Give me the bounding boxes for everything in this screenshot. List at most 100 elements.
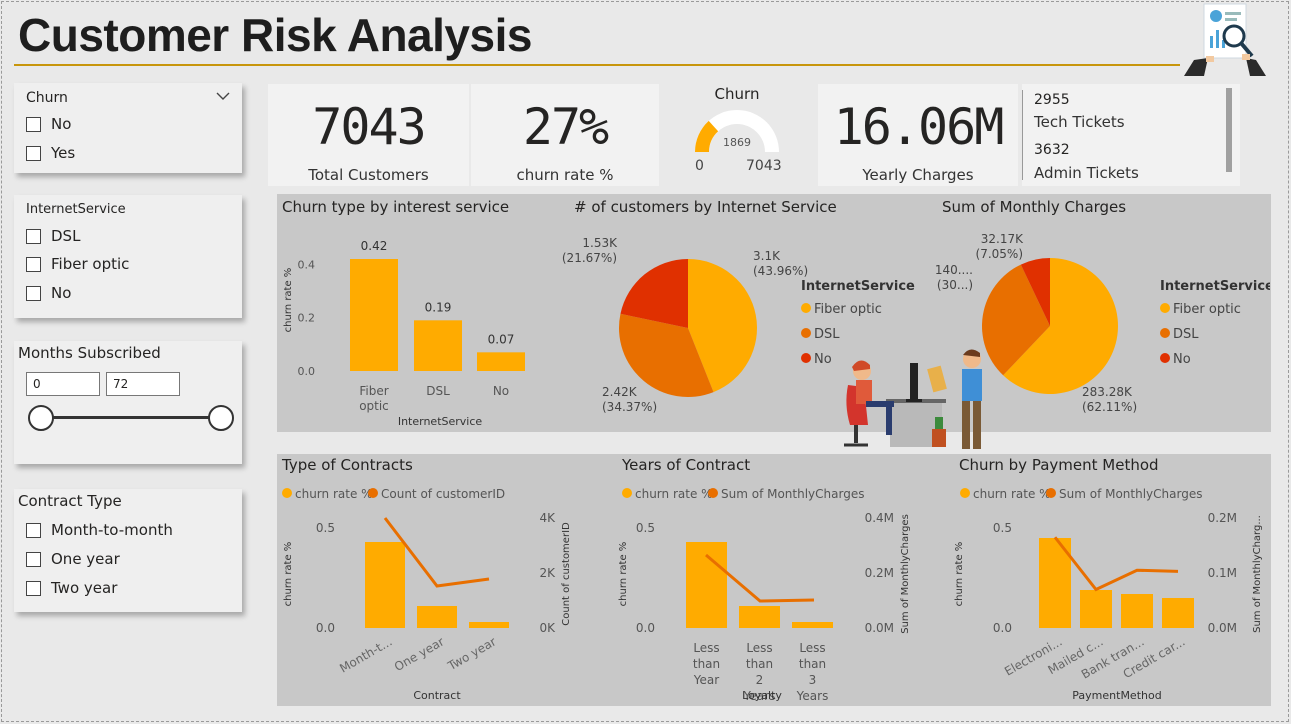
churn-by-payment-combo-chart: churn rate % Sum of MonthlyCharges 0.0 0.5 0… — [954, 487, 1263, 702]
x-tick-label: than — [746, 657, 773, 671]
data-label: 0.42 — [361, 239, 388, 253]
y2-tick-label: 2K — [539, 566, 556, 580]
option-label: One year — [51, 550, 120, 568]
x-tick-label: Fiber — [359, 384, 388, 398]
y-tick-label: 0.0 — [636, 621, 655, 635]
contract-option-one-year[interactable]: One year — [26, 550, 120, 568]
gauge-value: 1869 — [723, 136, 751, 149]
contract-option-month[interactable]: Month-to-month — [26, 521, 173, 539]
x-axis-label: PaymentMethod — [1072, 689, 1161, 702]
option-label: Fiber optic — [51, 255, 130, 273]
legend-item-label: No — [1173, 352, 1191, 367]
x-tick-label: Month-t... — [337, 634, 394, 675]
x-tick-label: Year — [693, 673, 719, 687]
data-label: 0.19 — [425, 300, 452, 314]
y-tick-label: 0.0 — [298, 365, 316, 378]
bar — [365, 542, 405, 628]
y2-tick-label: 0.4M — [865, 511, 894, 525]
churn-rate-value: 27% — [522, 98, 609, 156]
y2-tick-label: 0.2M — [1208, 511, 1237, 525]
legend-marker — [368, 488, 378, 498]
slice-percent-label: (43.96%) — [753, 264, 808, 278]
chart4-title: Type of Contracts — [282, 456, 413, 474]
slice-value-label: 140.... — [935, 263, 973, 277]
checkbox[interactable] — [26, 551, 41, 567]
checkbox[interactable] — [26, 145, 41, 161]
churn-rate-card: 27% churn rate % — [471, 84, 659, 186]
checkbox[interactable] — [26, 228, 41, 244]
checkbox[interactable] — [26, 116, 41, 132]
internet-option-dsl[interactable]: DSL — [26, 227, 80, 245]
series-line — [1053, 536, 1179, 592]
y-tick-label: 0.5 — [993, 521, 1012, 535]
contract-option-two-year[interactable]: Two year — [26, 579, 117, 597]
legend-title: InternetService — [1160, 279, 1270, 294]
y2-tick-label: 0K — [539, 621, 556, 635]
churn-rate-label: churn rate % — [516, 166, 614, 184]
bar — [739, 606, 780, 628]
y-tick-label: 0.2 — [298, 312, 316, 325]
bar — [417, 606, 457, 628]
office-workers-illustration-icon — [844, 349, 982, 449]
tickets-card: 2955 Tech Tickets 3632 Admin Tickets — [1022, 84, 1240, 186]
x-tick-label: No — [493, 384, 509, 398]
churn-option-yes[interactable]: Yes — [26, 144, 75, 162]
slice-percent-label: (30...) — [937, 278, 973, 292]
y2-axis-label: Sum of MonthlyCharges — [900, 514, 911, 634]
churn-slicer-label: Churn — [26, 90, 68, 106]
checkbox[interactable] — [26, 256, 41, 272]
y-tick-label: 0.0 — [993, 621, 1012, 635]
y-tick-label: 0.5 — [636, 521, 655, 535]
legend-item-label: Fiber optic — [1173, 302, 1241, 317]
tech-tickets-value: 2955 — [1034, 92, 1070, 108]
legend-marker — [801, 353, 811, 363]
x-axis-label: InternetService — [398, 415, 483, 428]
chart1-title: Churn type by interest service — [282, 198, 510, 216]
chevron-down-icon[interactable] — [216, 91, 230, 101]
internet-option-no[interactable]: No — [26, 284, 71, 302]
slice-percent-label: (62.11%) — [1082, 400, 1137, 414]
checkbox[interactable] — [26, 522, 41, 538]
y2-tick-label: 0.1M — [1208, 566, 1237, 580]
churn-option-no[interactable]: No — [26, 115, 71, 133]
tickets-divider — [1022, 90, 1023, 180]
months-min-input[interactable]: 0 — [26, 372, 100, 396]
months-slider-min-handle[interactable] — [28, 405, 54, 431]
total-customers-value: 7043 — [312, 98, 426, 156]
y-axis-label: churn rate % — [618, 542, 629, 607]
months-max-input[interactable]: 72 — [106, 372, 180, 396]
internet-option-fiber[interactable]: Fiber optic — [26, 255, 129, 273]
legend-marker — [1160, 353, 1170, 363]
bar — [477, 352, 525, 371]
option-label: DSL — [51, 227, 81, 245]
yearly-charges-value: 16.06M — [833, 98, 1005, 156]
slice-value-label: 2.42K — [602, 385, 638, 399]
admin-tickets-value: 3632 — [1034, 142, 1070, 158]
checkbox[interactable] — [26, 580, 41, 596]
yearly-charges-label: Yearly Charges — [862, 166, 974, 184]
chart2-title: # of customers by Internet Service — [574, 198, 837, 216]
y2-tick-label: 0.2M — [865, 566, 894, 580]
legend-marker — [1160, 328, 1170, 338]
y-axis-label: churn rate % — [283, 268, 294, 333]
x-axis-label: Loyalty — [742, 689, 782, 702]
checkbox[interactable] — [26, 285, 41, 301]
x-tick-label: Years — [796, 689, 829, 703]
analysis-illustration-icon — [1184, 3, 1266, 76]
yearly-charges-card: 16.06M Yearly Charges — [818, 84, 1018, 186]
option-label: No — [51, 284, 72, 302]
bar — [1162, 598, 1194, 628]
legend-item-label: churn rate % — [973, 487, 1051, 501]
tickets-scrollbar[interactable] — [1226, 88, 1232, 172]
option-label: Yes — [51, 144, 76, 162]
gauge-title: Churn — [714, 85, 760, 103]
type-of-contracts-combo-chart: churn rate % Count of customerID 0.0 0.5 0K 2… — [282, 487, 572, 702]
legend-marker — [708, 488, 718, 498]
contract-slicer-label: Contract Type — [18, 492, 122, 510]
months-slider-max-handle[interactable] — [208, 405, 234, 431]
months-slicer-label: Months Subscribed — [18, 344, 161, 362]
x-tick-label: Less — [746, 641, 772, 655]
option-label: No — [51, 115, 72, 133]
churn-slicer: Churn No Yes — [14, 83, 242, 173]
chart5-title: Years of Contract — [622, 456, 751, 474]
